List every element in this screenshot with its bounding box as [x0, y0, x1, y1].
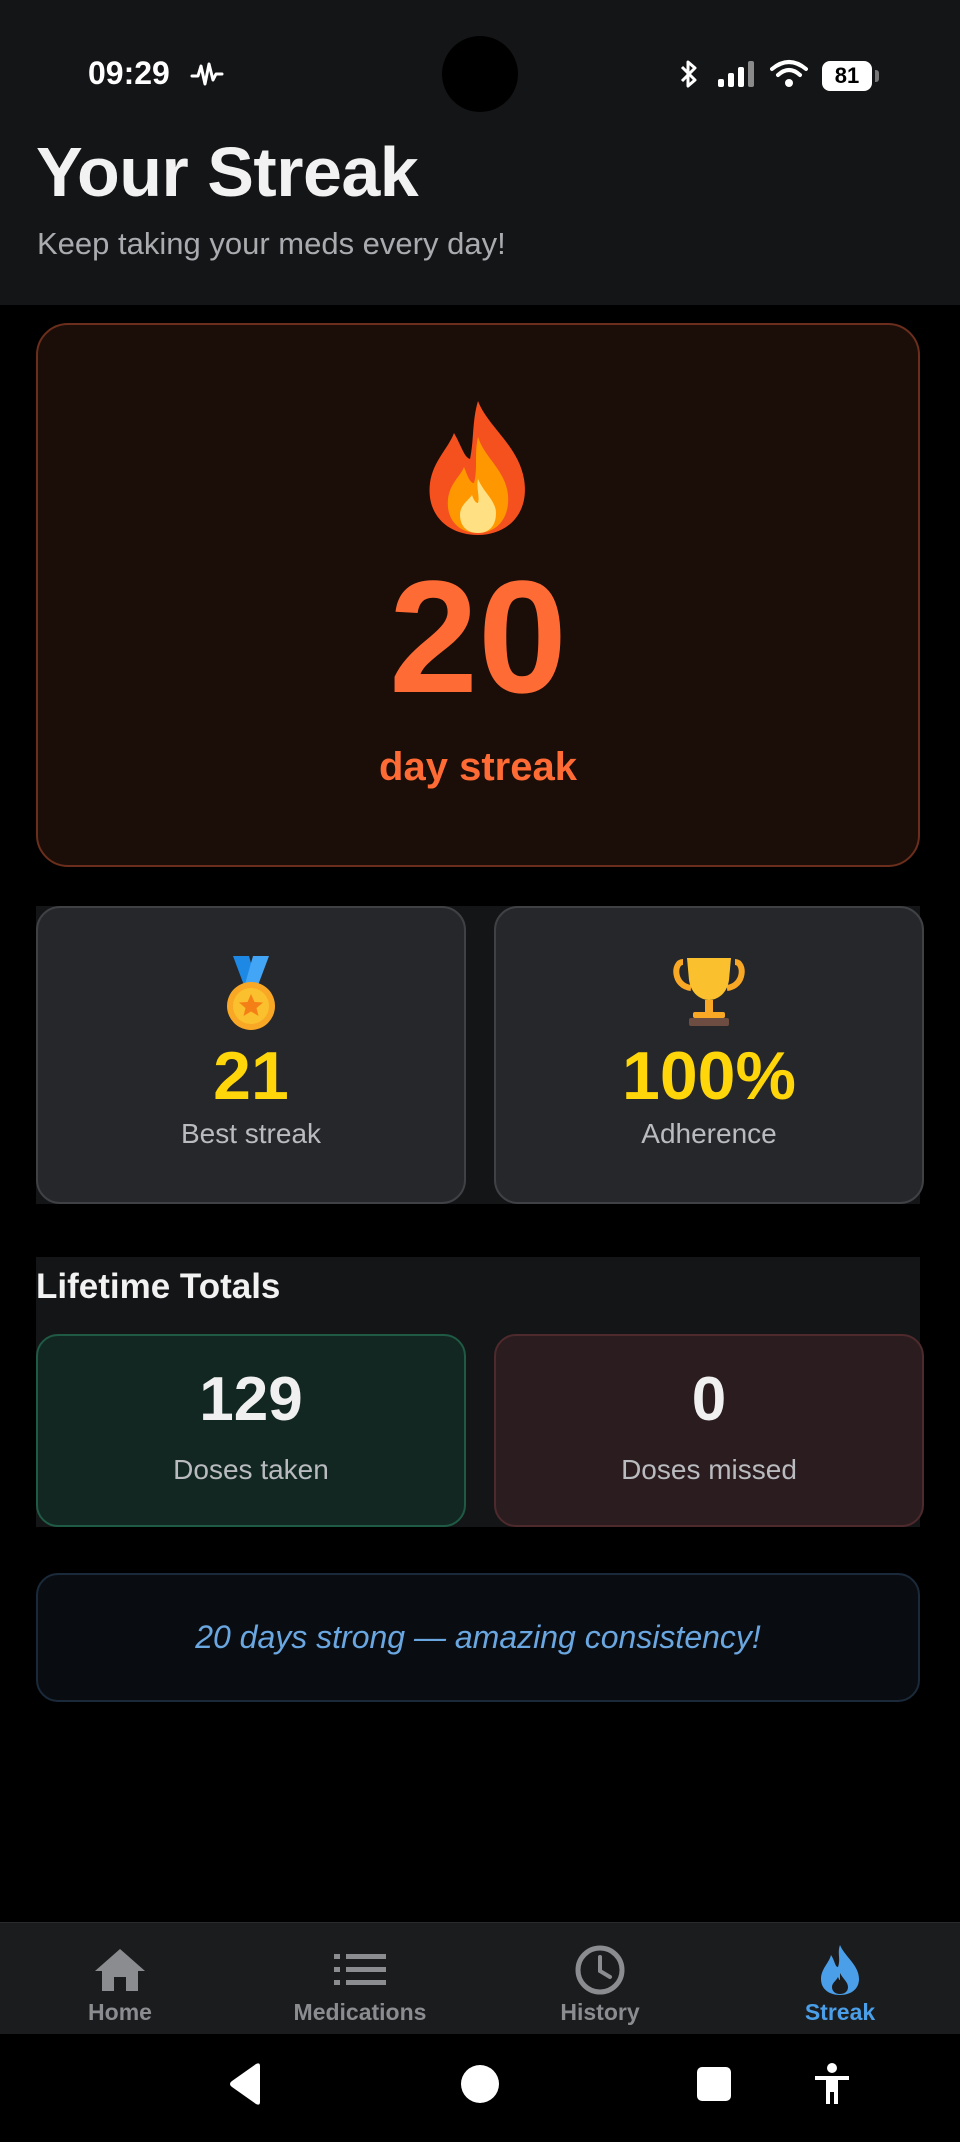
doses-taken-card: 129 Doses taken	[36, 1334, 466, 1527]
activity-icon	[190, 60, 224, 93]
tab-history-label: History	[560, 1999, 640, 2025]
tab-history[interactable]: History	[480, 1923, 720, 2035]
current-streak-card: 20 day streak	[36, 323, 920, 867]
lifetime-totals: Lifetime Totals 129 Doses taken 0 Doses …	[36, 1257, 924, 1527]
status-time: 09:29	[88, 55, 170, 91]
streak-count: 20	[389, 547, 567, 726]
camera-cutout	[442, 36, 518, 112]
signal-icon	[716, 59, 756, 94]
home-circle-icon[interactable]	[460, 2062, 500, 2111]
adherence-value: 100%	[622, 1038, 796, 1114]
motivation-banner: 20 days strong — amazing consistency!	[36, 1573, 920, 1702]
doses-taken-label: Doses taken	[173, 1454, 329, 1485]
list-icon	[334, 1943, 386, 1997]
system-navigation-bar	[0, 2034, 960, 2142]
tab-medications-label: Medications	[293, 1999, 427, 2025]
tab-home[interactable]: Home	[0, 1923, 240, 2035]
streak-label: day streak	[379, 745, 577, 789]
lifetime-title: Lifetime Totals	[36, 1267, 281, 1306]
doses-missed-value: 0	[691, 1365, 727, 1434]
stats-row: 21 Best streak 100% Adherence	[36, 906, 924, 1204]
tab-medications[interactable]: Medications	[240, 1923, 480, 2035]
back-icon[interactable]	[226, 2062, 266, 2111]
battery-level: 81	[834, 63, 860, 88]
best-streak-value: 21	[213, 1038, 289, 1114]
streak-screen: 09:29 81 Your Streak Keep taking your me…	[0, 0, 960, 2142]
accessibility-icon[interactable]	[812, 2062, 852, 2111]
best-streak-card: 21 Best streak	[36, 906, 466, 1204]
adherence-card: 100% Adherence	[494, 906, 924, 1204]
best-streak-label: Best streak	[180, 1118, 322, 1149]
bottom-tab-bar: Home Medications History Streak	[0, 1922, 960, 2035]
battery-icon: 81	[822, 61, 879, 91]
fire-icon	[38, 397, 918, 537]
page-title: Your Streak	[36, 133, 419, 211]
doses-taken-value: 129	[199, 1365, 303, 1434]
motivation-text: 20 days strong — amazing consistency!	[195, 1619, 761, 1655]
status-icons: 81	[676, 56, 879, 96]
tab-streak[interactable]: Streak	[720, 1923, 960, 2035]
home-icon	[93, 1943, 147, 1997]
header: 09:29 81 Your Streak Keep taking your me…	[0, 0, 960, 305]
tab-home-label: Home	[88, 1999, 152, 2025]
medal-icon	[38, 956, 464, 1032]
flame-icon	[817, 1943, 863, 1997]
doses-missed-card: 0 Doses missed	[494, 1334, 924, 1527]
bluetooth-icon	[676, 58, 702, 95]
adherence-label: Adherence	[641, 1118, 777, 1149]
trophy-icon	[496, 956, 922, 1028]
recents-icon[interactable]	[694, 2062, 734, 2111]
doses-missed-label: Doses missed	[621, 1454, 797, 1485]
tab-streak-label: Streak	[804, 1999, 876, 2025]
wifi-icon	[770, 59, 808, 94]
page-subtitle: Keep taking your meds every day!	[37, 226, 506, 261]
clock-icon	[574, 1943, 626, 1997]
